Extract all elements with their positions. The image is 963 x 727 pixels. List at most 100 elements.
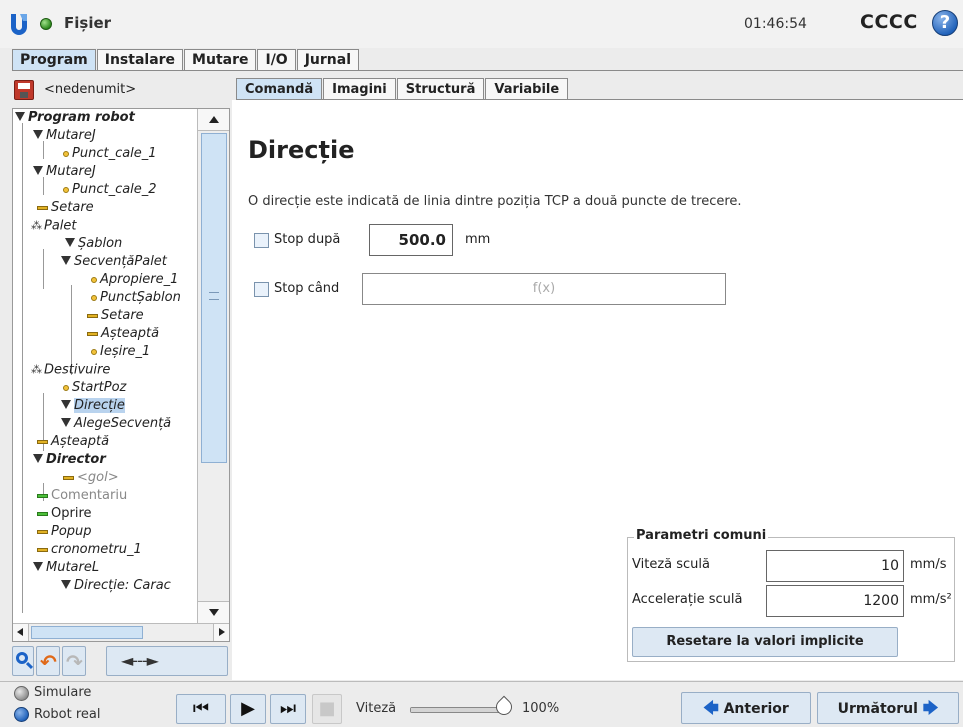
tree-node[interactable]: StartPoz bbox=[63, 379, 126, 397]
tree-node[interactable]: Program robot bbox=[15, 109, 135, 127]
scroll-thumb[interactable] bbox=[201, 133, 227, 463]
tree-vertical-scrollbar[interactable] bbox=[197, 109, 229, 623]
robot-name: CCCC bbox=[860, 11, 918, 33]
common-parameters-title: Parametri comuni bbox=[634, 528, 769, 543]
step-button[interactable]: ⏭ bbox=[270, 694, 306, 724]
rewind-button[interactable]: ⏮ bbox=[176, 694, 226, 724]
tree-node[interactable]: Punct_cale_1 bbox=[63, 145, 157, 163]
tree-horizontal-scrollbar[interactable] bbox=[13, 623, 229, 641]
tree-node-selected[interactable]: Direcție bbox=[61, 397, 125, 415]
tree-node[interactable]: Așteaptă bbox=[87, 325, 159, 343]
triangle-icon bbox=[61, 400, 71, 409]
scroll-right-arrow-icon[interactable] bbox=[213, 624, 229, 641]
tree-node[interactable]: Popup bbox=[37, 523, 92, 541]
speed-slider-fill bbox=[411, 708, 505, 712]
stop-after-checkbox[interactable] bbox=[254, 233, 269, 248]
stop-button[interactable]: ■ bbox=[312, 694, 342, 724]
stop-when-label: Stop când bbox=[274, 281, 340, 296]
tree-node[interactable]: <gol> bbox=[63, 469, 119, 487]
tool-acceleration-label: Accelerație sculă bbox=[632, 592, 743, 607]
real-robot-radio[interactable] bbox=[14, 707, 29, 722]
command-title: Direcție bbox=[248, 136, 355, 164]
tool-acceleration-input[interactable]: 1200 bbox=[766, 585, 904, 617]
tree-node[interactable]: ⁂ Palet bbox=[31, 217, 77, 235]
tab-io[interactable]: I/O bbox=[257, 49, 296, 71]
command-description: O direcție este indicată de linia dintre… bbox=[248, 194, 742, 209]
tree-line bbox=[43, 249, 44, 289]
tab-variables[interactable]: Variabile bbox=[485, 78, 569, 100]
tab-program[interactable]: Program bbox=[12, 49, 96, 71]
scroll-thumb[interactable] bbox=[31, 626, 143, 639]
main-tabs: Program Instalare Mutare I/O Jurnal bbox=[12, 49, 360, 71]
dash-icon bbox=[37, 529, 48, 534]
tree-node[interactable]: MutareJ bbox=[33, 127, 96, 145]
speed-slider-handle[interactable] bbox=[496, 697, 516, 717]
program-name-row: <nedenumit> bbox=[12, 78, 230, 102]
tree-node[interactable]: cronometru_1 bbox=[37, 541, 142, 559]
tool-speed-input[interactable]: 10 bbox=[766, 550, 904, 582]
tab-graphics[interactable]: Imagini bbox=[323, 78, 396, 100]
dash-icon bbox=[37, 493, 48, 498]
scroll-down-arrow-icon[interactable] bbox=[198, 601, 229, 623]
triangle-icon bbox=[33, 166, 43, 175]
play-icon: ▶ bbox=[241, 698, 255, 719]
tree-node[interactable]: Apropiere_1 bbox=[91, 271, 178, 289]
tab-command[interactable]: Comandă bbox=[236, 78, 323, 100]
scroll-up-arrow-icon[interactable] bbox=[198, 109, 229, 131]
tree-node[interactable]: MutareJ bbox=[33, 163, 96, 181]
tree-node[interactable]: Setare bbox=[87, 307, 144, 325]
tree-node[interactable]: Ieșire_1 bbox=[91, 343, 150, 361]
undo-icon: ↶ bbox=[40, 650, 57, 674]
waypoint-icon bbox=[63, 150, 69, 157]
simulation-radio[interactable] bbox=[14, 686, 29, 701]
tree-node[interactable]: SecvențăPalet bbox=[61, 253, 167, 271]
sub-tabs: Comandă Imagini Structură Variabile bbox=[236, 78, 569, 100]
step-icon: ⏭ bbox=[279, 698, 297, 719]
redo-button[interactable]: ↷ bbox=[62, 646, 86, 676]
move-node-button[interactable]: ◄---► bbox=[106, 646, 228, 676]
search-button[interactable] bbox=[12, 646, 34, 676]
stop-after-distance-input[interactable]: 500.0 bbox=[369, 224, 453, 256]
tool-speed-unit: mm/s bbox=[910, 557, 947, 572]
tab-move[interactable]: Mutare bbox=[184, 49, 257, 71]
tree-node[interactable]: Comentariu bbox=[37, 487, 127, 505]
robot-status-icon bbox=[40, 18, 52, 30]
dash-icon bbox=[37, 205, 48, 210]
tool-speed-label: Viteză sculă bbox=[632, 557, 710, 572]
tree-node[interactable]: Oprire bbox=[37, 505, 92, 523]
simulation-label: Simulare bbox=[34, 685, 92, 700]
tree-node[interactable]: Director bbox=[33, 451, 106, 469]
tree-node[interactable]: Șablon bbox=[65, 235, 122, 253]
tab-structure[interactable]: Structură bbox=[396, 78, 485, 100]
tree-node[interactable]: Direcție: Carac bbox=[61, 577, 171, 595]
file-menu[interactable]: Fișier bbox=[64, 14, 111, 32]
tree-node[interactable]: Punct_cale_2 bbox=[63, 181, 157, 199]
tree-node[interactable]: PunctȘablon bbox=[91, 289, 181, 307]
command-panel: Direcție O direcție este indicată de lin… bbox=[232, 100, 963, 680]
program-tree[interactable]: Program robot MutareJ Punct_cale_1 Mutar… bbox=[12, 108, 230, 642]
next-button[interactable]: Următorul 🡆 bbox=[817, 692, 959, 724]
pallet-icon: ⁂ bbox=[31, 219, 42, 232]
previous-button[interactable]: 🡄 Anterior bbox=[681, 692, 811, 724]
redo-icon: ↷ bbox=[66, 650, 83, 674]
speed-slider[interactable] bbox=[410, 707, 506, 713]
tree-node[interactable]: ⁂ Destivuire bbox=[31, 361, 110, 379]
tab-log[interactable]: Jurnal bbox=[296, 49, 360, 71]
tab-installation[interactable]: Instalare bbox=[96, 49, 184, 71]
tree-node[interactable]: Setare bbox=[37, 199, 94, 217]
top-bar: Fișier 01:46:54 CCCC ? bbox=[0, 0, 963, 48]
tree-node[interactable]: MutareL bbox=[33, 559, 99, 577]
stop-when-expression-input[interactable]: f(x) bbox=[362, 273, 726, 305]
tree-node[interactable]: Așteaptă bbox=[37, 433, 109, 451]
tree-content: Program robot MutareJ Punct_cale_1 Mutar… bbox=[13, 109, 197, 623]
save-icon[interactable] bbox=[14, 80, 34, 100]
dash-icon bbox=[37, 547, 48, 552]
dash-icon bbox=[63, 475, 74, 480]
reset-defaults-button[interactable]: Resetare la valori implicite bbox=[632, 627, 898, 657]
tree-node[interactable]: AlegeSecvență bbox=[61, 415, 171, 433]
stop-when-checkbox[interactable] bbox=[254, 282, 269, 297]
scroll-left-arrow-icon[interactable] bbox=[13, 624, 29, 641]
help-button[interactable]: ? bbox=[932, 10, 958, 36]
play-button[interactable]: ▶ bbox=[230, 694, 266, 724]
undo-button[interactable]: ↶ bbox=[36, 646, 60, 676]
